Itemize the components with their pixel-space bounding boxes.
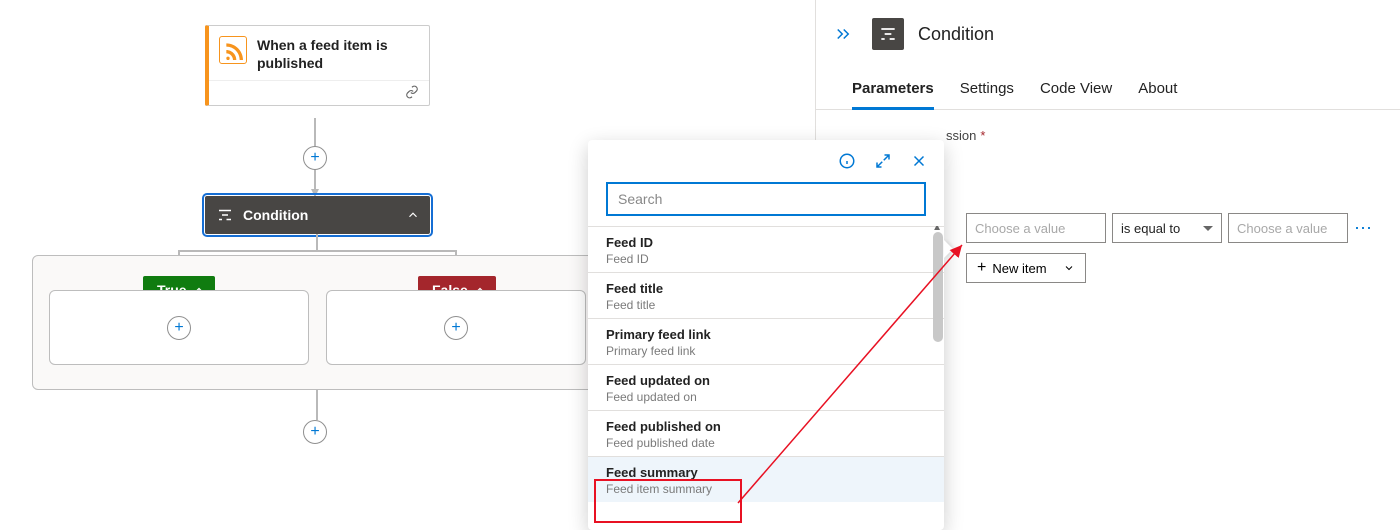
add-step-button[interactable]: + (303, 420, 327, 444)
annotation-box (594, 479, 742, 523)
trigger-card[interactable]: When a feed item is published (205, 25, 430, 106)
chevron-up-icon (406, 208, 420, 222)
add-action-button[interactable]: + (444, 316, 468, 340)
search-input[interactable]: Search (606, 182, 926, 216)
rss-icon (219, 36, 247, 64)
tab-settings[interactable]: Settings (960, 80, 1014, 109)
add-action-button[interactable]: + (167, 316, 191, 340)
scrollbar-thumb[interactable] (933, 232, 943, 342)
link-icon (405, 85, 419, 99)
tab-parameters[interactable]: Parameters (852, 80, 934, 110)
condition-card[interactable]: Condition (205, 196, 430, 234)
chevron-down-icon (1063, 262, 1075, 274)
list-item[interactable]: Feed published onFeed published date (588, 410, 944, 456)
choose-value-right[interactable]: Choose a value (1228, 213, 1348, 243)
true-branch-box[interactable]: + (49, 290, 309, 365)
new-item-button[interactable]: + New item (966, 253, 1086, 283)
false-branch-box[interactable]: + (326, 290, 586, 365)
choose-value-left[interactable]: Choose a value (966, 213, 1106, 243)
trigger-title: When a feed item is published (257, 36, 417, 72)
panel-title: Condition (918, 24, 994, 45)
list-item[interactable]: Feed titleFeed title (588, 272, 944, 318)
add-step-button[interactable]: + (303, 146, 327, 170)
collapse-panel-button[interactable] (828, 19, 858, 49)
dynamic-content-popup: Search ▲ Feed IDFeed ID Feed titleFeed t… (588, 140, 944, 530)
tab-about[interactable]: About (1138, 80, 1177, 109)
row-menu-button[interactable]: ⋯ (1354, 218, 1374, 239)
branch-line (316, 234, 318, 250)
list-item[interactable]: Feed IDFeed ID (588, 226, 944, 272)
panel-tabs: Parameters Settings Code View About (816, 54, 1400, 110)
condition-icon (215, 205, 235, 225)
condition-icon (872, 18, 904, 50)
branch-line (316, 390, 318, 420)
expand-icon[interactable] (872, 150, 894, 172)
list-item[interactable]: Primary feed linkPrimary feed link (588, 318, 944, 364)
list-item[interactable]: Feed updated onFeed updated on (588, 364, 944, 410)
popup-pointer (944, 240, 953, 258)
branch-line (178, 250, 456, 252)
info-icon[interactable] (836, 150, 858, 172)
close-icon[interactable] (908, 150, 930, 172)
operator-select[interactable]: is equal to (1112, 213, 1222, 243)
condition-title: Condition (243, 207, 398, 223)
expression-label: ssion * (816, 110, 1400, 143)
tab-code-view[interactable]: Code View (1040, 80, 1112, 109)
